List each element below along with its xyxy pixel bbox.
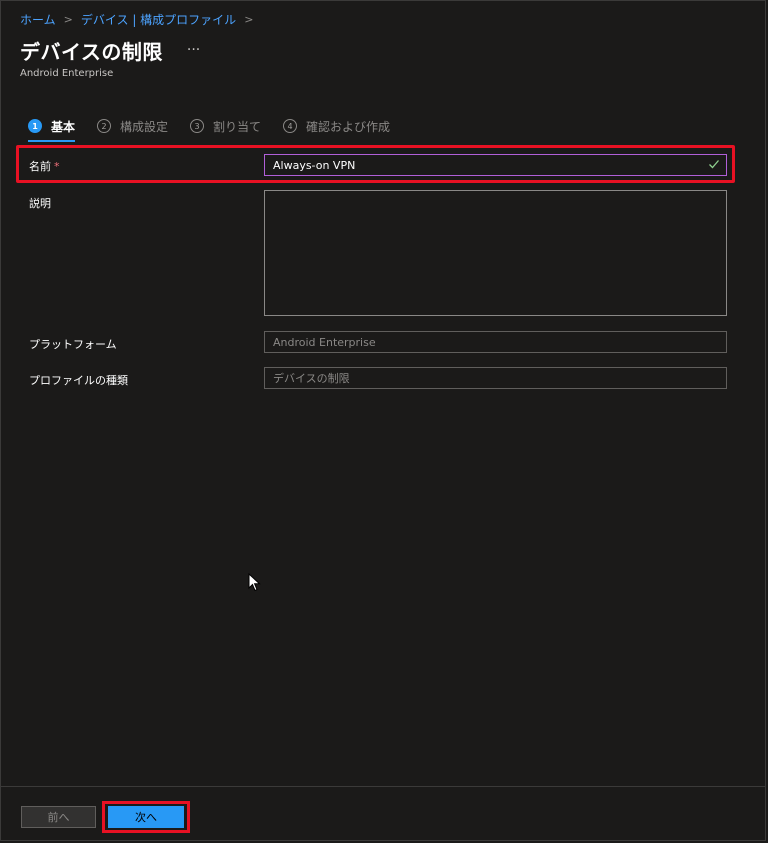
step-basics[interactable]: 1 基本 [28, 116, 76, 142]
name-input[interactable]: Always-on VPN [264, 154, 727, 176]
step-label: 構成設定 [120, 119, 169, 134]
description-textarea[interactable] [264, 190, 727, 316]
title-row: デバイスの制限 ··· [20, 36, 200, 65]
platform-label: プラットフォーム [29, 338, 117, 351]
mouse-pointer-icon [248, 573, 261, 592]
platform-value: Android Enterprise [273, 335, 376, 349]
step-review-create[interactable]: 4 確認および作成 [283, 116, 390, 136]
description-label: 説明 [29, 197, 51, 210]
more-options-icon[interactable]: ··· [187, 42, 200, 58]
wizard-steps: 1 基本 2 構成設定 3 割り当て 4 確認および作成 [28, 116, 412, 142]
previous-button[interactable]: 前へ [21, 806, 96, 828]
page-title: デバイスの制限 [20, 40, 163, 64]
chevron-right-icon: > [244, 12, 254, 26]
breadcrumb-device-config-profiles[interactable]: デバイス | 構成プロファイル [81, 11, 236, 28]
step-label: 確認および作成 [306, 119, 391, 134]
name-label-text: 名前 [29, 160, 51, 173]
step-number: 4 [283, 119, 298, 133]
profile-type-value: デバイスの制限 [273, 372, 350, 385]
name-label: 名前 * [29, 158, 60, 174]
breadcrumb-home[interactable]: ホーム [20, 11, 56, 28]
step-number: 1 [28, 119, 42, 133]
breadcrumb: ホーム > デバイス | 構成プロファイル > [20, 11, 261, 27]
step-number: 3 [190, 119, 205, 133]
name-input-value: Always-on VPN [273, 158, 356, 172]
footer-divider [1, 786, 765, 787]
chevron-right-icon: > [63, 12, 73, 26]
step-label: 基本 [51, 119, 76, 134]
page-subtitle: Android Enterprise [20, 68, 114, 79]
profile-type-label: プロファイルの種類 [29, 374, 128, 387]
required-marker: * [54, 160, 60, 173]
next-button[interactable]: 次へ [108, 806, 184, 828]
platform-field: Android Enterprise [264, 331, 727, 353]
checkmark-icon [709, 160, 719, 169]
step-configuration-settings[interactable]: 2 構成設定 [97, 116, 168, 136]
profile-type-field: デバイスの制限 [264, 367, 727, 389]
step-label: 割り当て [213, 119, 262, 134]
step-assignments[interactable]: 3 割り当て [190, 116, 261, 136]
step-number: 2 [97, 119, 112, 133]
